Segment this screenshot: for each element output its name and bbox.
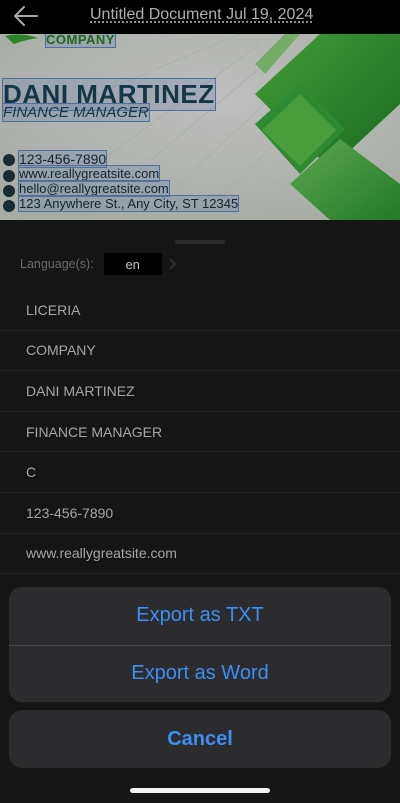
phone-icon [3,154,15,166]
export-action-group: Export as TXT Export as Word [9,587,391,702]
list-item[interactable]: COMPANY [0,331,400,372]
cancel-button[interactable]: Cancel [9,710,391,768]
document-title[interactable]: Untitled Document Jul 19, 2024 [90,6,313,24]
ocr-role[interactable]: FINANCE MANAGER [2,103,150,122]
recognized-text-list: LICERIA COMPANY DANI MARTINEZ FINANCE MA… [0,290,400,575]
ocr-phone[interactable]: 123-456-7890 [17,150,108,168]
language-selector[interactable]: en [103,253,162,275]
list-item[interactable]: 123-456-7890 [0,493,400,534]
home-indicator [130,788,270,793]
list-item[interactable]: LICERIA [0,290,400,331]
scanned-card-preview: COMPANY DANI MARTINEZ FINANCE MANAGER 12… [0,34,400,220]
export-txt-button[interactable]: Export as TXT [9,587,391,645]
list-item[interactable]: www.reallygreatsite.com [0,534,400,575]
language-row: Language(s): en [20,252,177,276]
back-button[interactable] [12,5,40,27]
export-word-button[interactable]: Export as Word [9,644,391,703]
chevron-right-icon[interactable] [168,258,177,270]
list-item[interactable]: DANI MARTINEZ [0,371,400,412]
location-icon [3,200,15,212]
sheet-grabber[interactable] [175,240,225,244]
ocr-address[interactable]: 123 Anywhere St., Any City, ST 12345 [17,195,240,212]
ocr-website[interactable]: www.reallygreatsite.com [17,165,161,182]
list-item[interactable]: C [0,452,400,493]
list-item[interactable]: FINANCE MANAGER [0,412,400,453]
arrow-left-icon [14,6,38,26]
globe-icon [3,170,15,182]
top-bar: Untitled Document Jul 19, 2024 [0,0,400,34]
email-icon [3,185,15,197]
ocr-company[interactable]: COMPANY [45,34,116,48]
ocr-email[interactable]: hello@reallygreatsite.com [18,180,170,197]
language-label: Language(s): [20,257,94,271]
